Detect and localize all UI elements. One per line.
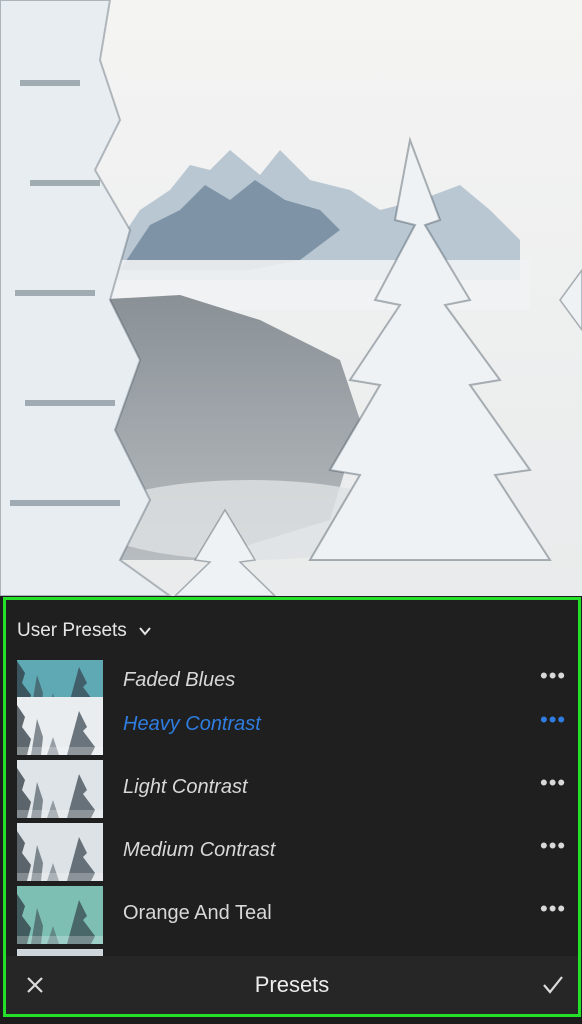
more-dots-icon[interactable]: ••• — [540, 898, 565, 924]
more-dots-icon[interactable]: ••• — [540, 835, 565, 861]
preset-thumbnail — [17, 886, 103, 944]
checkmark-icon[interactable] — [538, 970, 568, 1000]
preset-row-medium-contrast[interactable]: Medium Contrast ••• — [6, 823, 578, 886]
preset-group-dropdown[interactable]: User Presets — [17, 618, 153, 644]
preset-label: Orange And Teal — [123, 902, 272, 924]
preset-thumbnail — [17, 760, 103, 818]
panel-title: Presets — [254, 972, 330, 997]
preset-label: Medium Contrast — [123, 839, 276, 861]
photo-preview — [0, 0, 582, 596]
preset-label: Faded Blues — [123, 669, 236, 691]
chevron-down-icon — [137, 623, 153, 639]
presets-panel: User Presets Faded Blues ••• Heavy Contr… — [3, 597, 581, 1017]
preset-row-partial — [6, 949, 578, 956]
preset-row-heavy-contrast[interactable]: Heavy Contrast ••• — [6, 697, 578, 760]
preset-row-orange-and-teal[interactable]: Orange And Teal ••• — [6, 886, 578, 949]
panel-footer: Presets — [6, 956, 578, 1014]
preset-thumbnail — [17, 949, 103, 956]
preset-thumbnail — [17, 697, 103, 755]
preset-list[interactable]: Faded Blues ••• Heavy Contrast ••• Light… — [6, 660, 578, 956]
more-dots-icon[interactable]: ••• — [540, 665, 565, 691]
more-dots-icon[interactable]: ••• — [540, 709, 565, 735]
preset-thumbnail — [17, 823, 103, 881]
preset-label: Light Contrast — [123, 776, 248, 798]
preset-row-light-contrast[interactable]: Light Contrast ••• — [6, 760, 578, 823]
more-dots-icon[interactable]: ••• — [540, 772, 565, 798]
preset-group-label: User Presets — [17, 620, 127, 641]
preset-label: Heavy Contrast — [123, 713, 261, 735]
